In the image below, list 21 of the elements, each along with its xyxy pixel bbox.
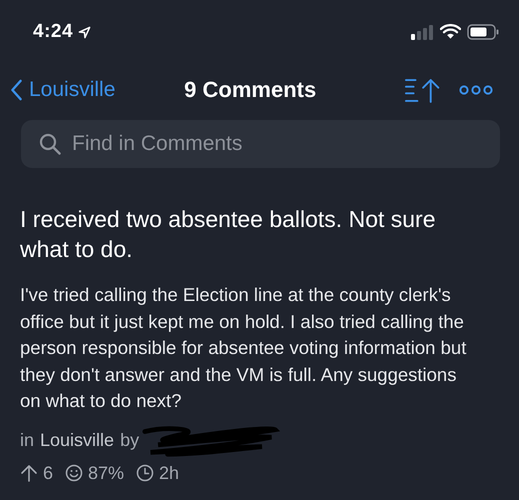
stat-value: 6: [43, 462, 54, 484]
community-prefix: in: [20, 430, 34, 451]
author-prefix: by: [120, 430, 140, 451]
page-title: 9 Comments: [184, 77, 316, 103]
community-link[interactable]: Louisville: [40, 430, 114, 451]
upvote-arrow-icon: [20, 464, 38, 482]
smiley-icon: [65, 464, 84, 482]
battery-icon: [467, 24, 499, 40]
back-chevron-icon: [10, 79, 23, 101]
stat-value: 87%: [88, 462, 124, 484]
location-arrow-icon: [78, 26, 92, 38]
clock-time: 4:24: [33, 21, 74, 43]
stat-value: 2h: [159, 462, 180, 484]
post-body: I've tried calling the Election line at the county clerk's office but it just kept me on hold. I also tried calling the person responsible for absentee voting information but they don't answer and the VM is full. Any suggestions on what to do next?: [20, 283, 468, 413]
more-icon[interactable]: [459, 84, 493, 96]
clock-icon: [136, 464, 154, 482]
back-button[interactable]: Louisville: [10, 78, 116, 102]
post-title: I received two absentee ballots. Not sure what to do.: [20, 205, 437, 264]
wifi-icon: [440, 24, 461, 40]
signal-icon: [410, 24, 434, 40]
search-field[interactable]: Find in Comments: [21, 120, 500, 168]
